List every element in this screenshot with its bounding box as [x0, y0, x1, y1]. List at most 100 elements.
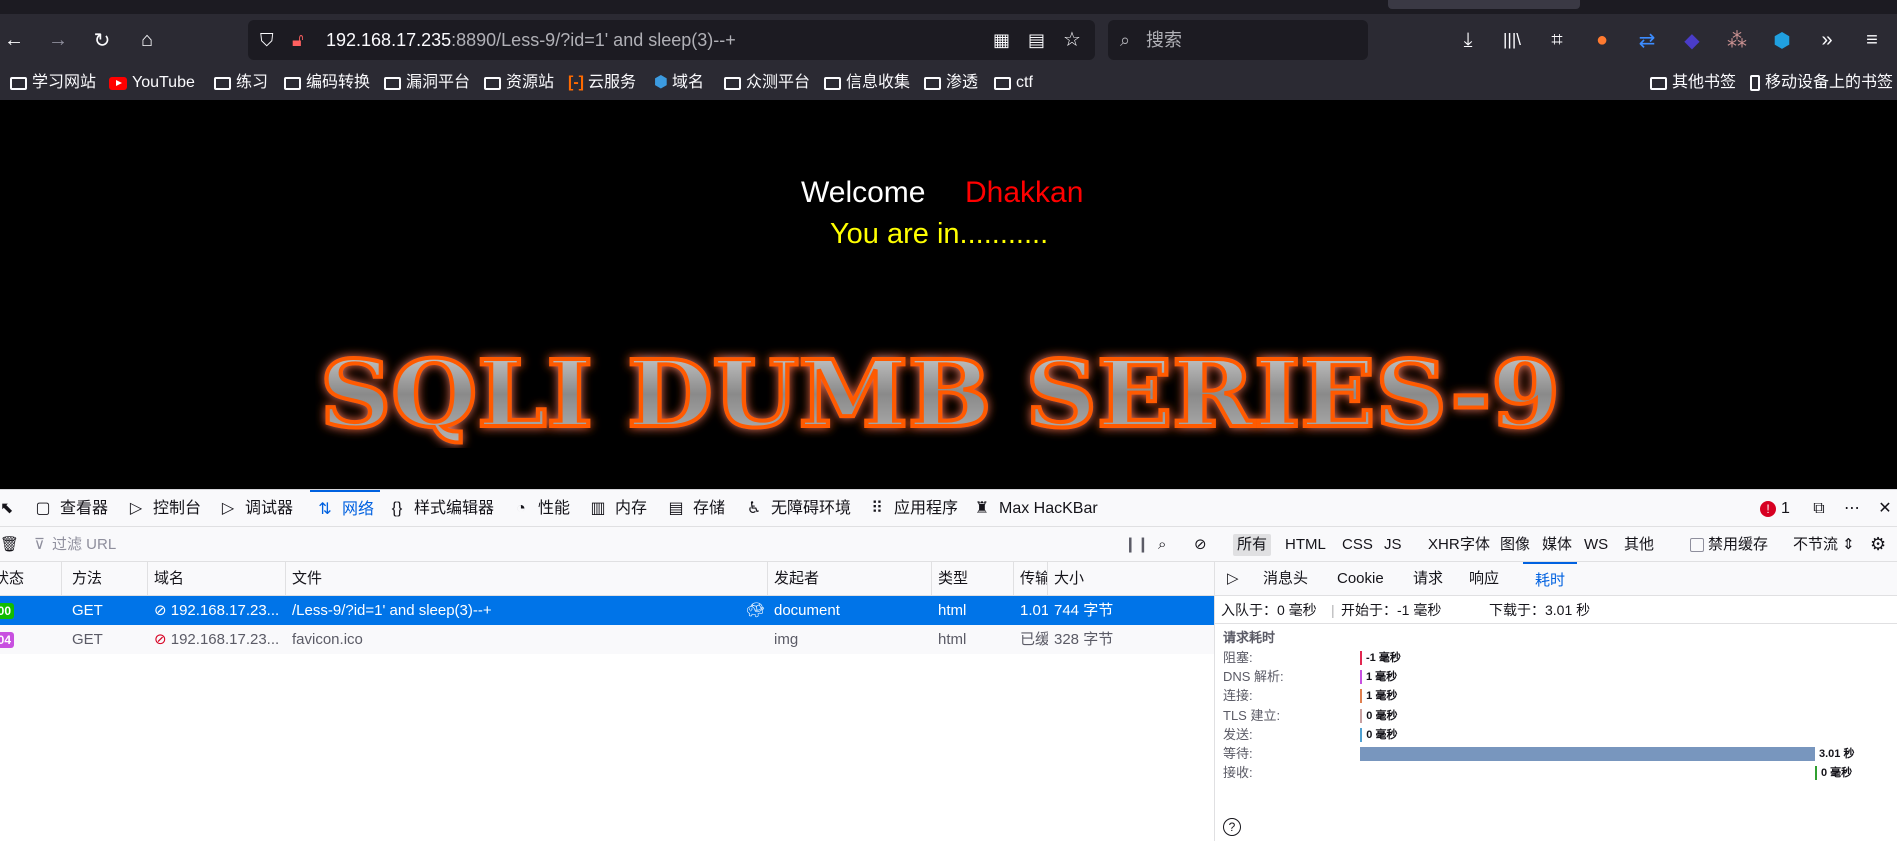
- bookmark-item[interactable]: YouTube: [109, 72, 195, 94]
- close-devtools-icon[interactable]: ✕: [1876, 490, 1897, 527]
- bookmark-item-other[interactable]: 其他书签: [1650, 72, 1736, 94]
- throttle-select[interactable]: 不节流 ⇕: [1793, 527, 1855, 562]
- folder-icon: [214, 76, 231, 90]
- extension-sync-icon[interactable]: ⇄: [1633, 26, 1661, 54]
- reader-icon[interactable]: ▤: [1028, 20, 1045, 60]
- back-arrow-icon[interactable]: ←: [0, 26, 28, 54]
- tab-style-editor[interactable]: {} 样式编辑器: [388, 490, 494, 527]
- filter-type-other[interactable]: 其他: [1620, 534, 1658, 556]
- tab-accessibility[interactable]: ♿︎ 无障碍环境: [745, 490, 851, 527]
- bookmark-item[interactable]: 信息收集: [824, 72, 910, 94]
- filter-url-input[interactable]: 过滤 URL: [52, 527, 1102, 562]
- folder-icon: [824, 76, 841, 90]
- tab-network[interactable]: ⇅ 网络: [310, 490, 381, 527]
- insecure-lock-icon[interactable]: 🔓︎: [292, 20, 304, 60]
- filter-type-css[interactable]: CSS: [1338, 534, 1377, 556]
- column-method[interactable]: 方法: [66, 562, 148, 596]
- column-status[interactable]: 状态: [0, 562, 62, 596]
- bookmark-item[interactable]: 练习: [214, 72, 268, 94]
- filter-type-html[interactable]: HTML: [1281, 534, 1330, 556]
- tab-max-hackbar[interactable]: ♜ Max HacKBar: [973, 490, 1098, 527]
- tab-headers[interactable]: 消息头: [1259, 562, 1312, 596]
- timing-bar: [1360, 747, 1815, 761]
- table-row[interactable]: 200 GET ⊘ 192.168.17.23... /Less-9/?id=1…: [0, 596, 1214, 625]
- search-icon[interactable]: ⌕: [1158, 527, 1166, 562]
- tab-request[interactable]: 请求: [1409, 562, 1447, 596]
- tab-memory[interactable]: ▥ 内存: [589, 490, 647, 527]
- column-domain[interactable]: 域名: [148, 562, 286, 596]
- tab-response[interactable]: 响应: [1465, 562, 1503, 596]
- started-time: 开始于：-1 毫秒: [1341, 602, 1442, 618]
- column-size[interactable]: 大小: [1048, 562, 1214, 596]
- filter-type-fonts[interactable]: 字体: [1456, 534, 1494, 556]
- bookmark-item[interactable]: [-] 云服务: [568, 72, 636, 94]
- table-row[interactable]: 404 GET ⊘ 192.168.17.23... favicon.ico i…: [0, 625, 1214, 654]
- timing-value: 1 毫秒: [1366, 690, 1398, 703]
- download-icon[interactable]: ⤓: [1454, 26, 1482, 54]
- bookmark-item[interactable]: 编码转换: [284, 72, 370, 94]
- bookmark-label: 移动设备上的书签: [1765, 74, 1894, 91]
- bookmark-label: 学习网站: [32, 74, 97, 91]
- star-bookmark-icon[interactable]: ☆: [1063, 20, 1081, 60]
- column-initiator[interactable]: 发起者: [768, 562, 932, 596]
- extension-cookie-icon[interactable]: ⁂: [1723, 26, 1751, 54]
- bookmark-item[interactable]: 渗透: [924, 72, 978, 94]
- bookmark-item[interactable]: ctf: [994, 72, 1033, 94]
- tab-debugger[interactable]: ▷ 调试器: [219, 490, 293, 527]
- column-transferred[interactable]: 传输: [1014, 562, 1048, 596]
- bookmark-item[interactable]: 漏洞平台: [384, 72, 470, 94]
- reload-icon[interactable]: ↻: [88, 26, 116, 54]
- error-count-badge[interactable]: ! 1: [1760, 490, 1790, 527]
- filter-type-ws[interactable]: WS: [1580, 534, 1612, 556]
- disable-cache-checkbox[interactable]: 禁用缓存: [1690, 527, 1768, 562]
- bookmark-item-mobile[interactable]: 移动设备上的书签: [1750, 72, 1893, 94]
- extension-cube-icon[interactable]: ◆: [1678, 26, 1706, 54]
- tab-timings[interactable]: 耗时: [1523, 562, 1578, 596]
- tab-cookies[interactable]: Cookie: [1333, 562, 1388, 596]
- filter-type-images[interactable]: 图像: [1496, 534, 1534, 556]
- dock-side-icon[interactable]: ⧉: [1810, 490, 1836, 527]
- crop-screenshot-icon[interactable]: ⌗: [1543, 26, 1571, 54]
- block-icon[interactable]: ⊘: [1194, 527, 1207, 562]
- filter-type-all[interactable]: 所有: [1233, 534, 1272, 556]
- youtube-icon: [109, 76, 127, 90]
- element-picker-icon[interactable]: ⬉: [0, 490, 18, 527]
- overflow-chevron-icon[interactable]: »: [1813, 26, 1841, 54]
- shield-icon[interactable]: ⛉: [260, 20, 274, 60]
- home-icon[interactable]: ⌂: [133, 26, 161, 54]
- domain-cell: ⊘ 192.168.17.23...: [148, 596, 286, 625]
- toggle-sidebar-icon[interactable]: ▷: [1223, 562, 1243, 596]
- search-input[interactable]: ⌕ 搜索: [1108, 20, 1368, 60]
- filter-type-media[interactable]: 媒体: [1538, 534, 1576, 556]
- column-file[interactable]: 文件: [286, 562, 768, 596]
- tab-inspector[interactable]: ▢ 查看器: [34, 490, 108, 527]
- menu-hamburger-icon[interactable]: ≡: [1858, 26, 1886, 54]
- library-icon[interactable]: |||\: [1498, 26, 1526, 54]
- url-text[interactable]: 192.168.17.235:8890/Less-9/?id=1' and sl…: [326, 20, 736, 60]
- gear-icon[interactable]: ⚙: [1870, 527, 1886, 562]
- active-tab[interactable]: [1388, 0, 1580, 9]
- help-icon[interactable]: ?: [1223, 818, 1241, 836]
- tab-console[interactable]: ▷ 控制台: [127, 490, 201, 527]
- address-bar[interactable]: ⛉ 🔓︎ 192.168.17.235:8890/Less-9/?id=1' a…: [248, 20, 1095, 60]
- forward-arrow-icon[interactable]: →: [44, 26, 72, 54]
- trash-icon[interactable]: 🗑︎: [0, 527, 19, 562]
- bookmark-item[interactable]: 学习网站: [10, 72, 96, 94]
- page-content: Welcome Dhakkan You are in........... SQ…: [0, 100, 1897, 489]
- extension-hex-icon[interactable]: ⬢: [1768, 26, 1796, 54]
- bookmark-item[interactable]: ⬢ 域名: [654, 72, 704, 94]
- tab-performance[interactable]: ◔ 性能: [512, 490, 570, 527]
- more-options-icon[interactable]: ⋯: [1843, 490, 1869, 527]
- timing-label: 发送:: [1223, 726, 1253, 742]
- domain-text: 192.168.17.23...: [170, 631, 280, 648]
- column-type[interactable]: 类型: [932, 562, 1014, 596]
- extension-fox-icon[interactable]: ●: [1588, 26, 1616, 54]
- bookmark-item[interactable]: 资源站: [484, 72, 554, 94]
- bookmark-item[interactable]: 众测平台: [724, 72, 810, 94]
- qr-code-icon[interactable]: ▦: [993, 20, 1010, 60]
- timing-label: 连接:: [1223, 688, 1253, 704]
- filter-type-js[interactable]: JS: [1380, 534, 1406, 556]
- tab-application[interactable]: ⠿ 应用程序: [868, 490, 958, 527]
- tab-storage[interactable]: ▤ 存储: [667, 490, 725, 527]
- pause-icon[interactable]: ❙❙: [1124, 527, 1149, 562]
